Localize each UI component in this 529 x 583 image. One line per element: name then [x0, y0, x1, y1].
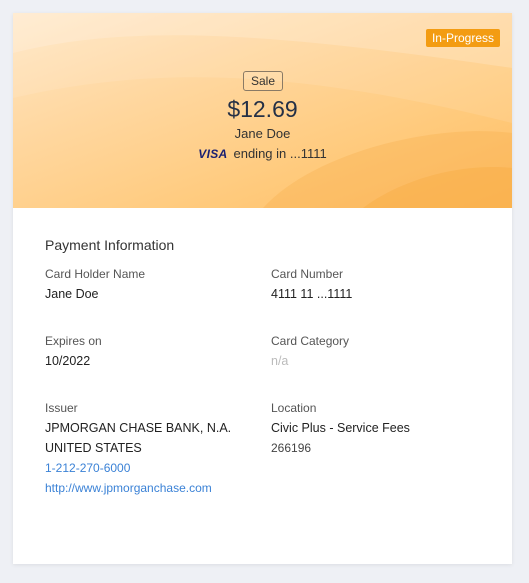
visa-logo-icon: VISA — [198, 147, 228, 161]
location-field: Location Civic Plus - Service Fees 26619… — [271, 398, 410, 458]
transaction-card: In-Progress Sale $12.69 Jane Doe VISA end… — [13, 13, 512, 564]
field-label: Issuer — [45, 401, 78, 415]
location-name: Civic Plus - Service Fees — [271, 421, 410, 435]
expires-value: 10/2022 — [45, 354, 91, 368]
issuer-field: Issuer JPMORGAN CHASE BANK, N.A. UNITED … — [45, 398, 231, 498]
card-category-value: n/a — [271, 354, 289, 368]
card-category-field: Card Category n/a — [271, 331, 349, 371]
card-holder-field: Card Holder Name Jane Doe — [45, 264, 145, 304]
issuer-name: JPMORGAN CHASE BANK, N.A. — [45, 421, 232, 435]
field-label: Card Holder Name — [45, 267, 146, 281]
transaction-summary-header: In-Progress Sale $12.69 Jane Doe VISA end… — [13, 13, 512, 208]
card-holder-summary: Jane Doe — [234, 126, 291, 141]
transaction-amount: $12.69 — [227, 96, 298, 122]
expires-field: Expires on 10/2022 — [45, 331, 102, 371]
field-label: Card Number — [271, 267, 344, 281]
status-badge: In-Progress — [425, 29, 500, 47]
field-label: Expires on — [45, 334, 102, 348]
issuer-country: UNITED STATES — [45, 441, 142, 455]
transaction-type-badge: Sale — [243, 71, 284, 91]
card-summary: VISA ending in ...1111 — [13, 146, 512, 161]
card-holder-value: Jane Doe — [45, 287, 99, 301]
field-label: Location — [271, 401, 317, 415]
section-title: Payment Information — [45, 237, 175, 253]
issuer-website-link[interactable]: http://www.jpmorganchase.com — [45, 478, 231, 498]
card-number-value: 4111 11 ...1111 — [271, 287, 353, 301]
issuer-phone-link[interactable]: 1-212-270-6000 — [45, 458, 231, 478]
card-number-field: Card Number 4111 11 ...1111 — [271, 264, 352, 304]
location-id: 266196 — [271, 441, 312, 455]
card-ending-text: ending in ...1111 — [233, 146, 327, 161]
field-label: Card Category — [271, 334, 350, 348]
